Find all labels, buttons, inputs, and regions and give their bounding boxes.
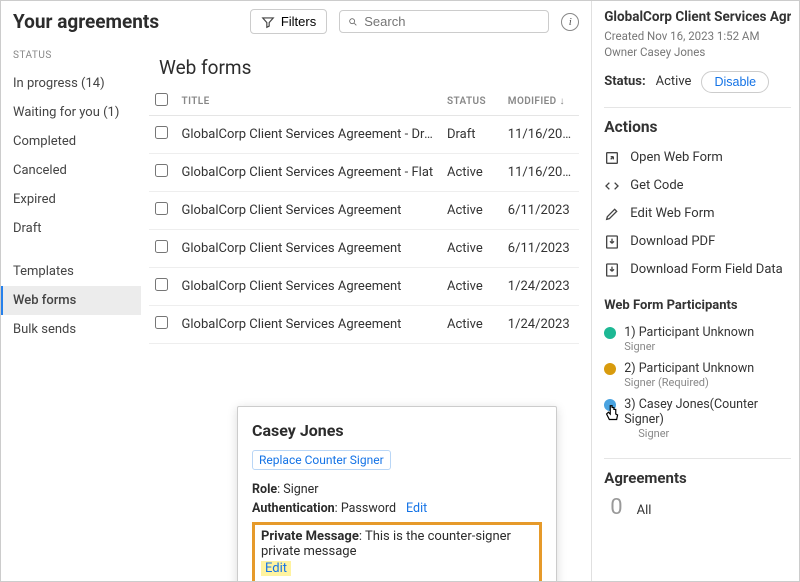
role-label: Role	[252, 482, 277, 497]
row-checkbox[interactable]	[155, 240, 168, 253]
filter-icon	[261, 15, 275, 29]
action-label: Edit Web Form	[630, 206, 714, 221]
row-checkbox[interactable]	[155, 278, 168, 291]
info-icon[interactable]: i	[561, 13, 579, 31]
auth-edit-link[interactable]: Edit	[406, 501, 427, 516]
details-title: GlobalCorp Client Services Agreement	[604, 9, 791, 27]
table-row[interactable]: GlobalCorp Client Services Agreement - D…	[149, 116, 579, 154]
details-created: Created Nov 16, 2023 1:52 AM	[604, 29, 791, 43]
col-modified[interactable]: MODIFIED ↓	[502, 87, 579, 116]
replace-counter-signer-link[interactable]: Replace Counter Signer	[252, 450, 391, 470]
participant-role: Signer (Required)	[624, 376, 754, 389]
details-owner: Owner Casey Jones	[604, 45, 791, 59]
status-heading: STATUS	[1, 50, 141, 69]
row-checkbox[interactable]	[155, 202, 168, 215]
participant-dot-icon	[604, 399, 616, 411]
participant-row[interactable]: 2) Participant UnknownSigner (Required)	[604, 357, 791, 393]
popover-name: Casey Jones	[252, 421, 542, 440]
agreements-heading: Agreements	[604, 469, 791, 487]
section-title: Web forms	[149, 38, 579, 87]
action-label: Get Code	[630, 178, 683, 193]
table-row[interactable]: GlobalCorp Client Services AgreementActi…	[149, 268, 579, 306]
col-title[interactable]: TITLE	[176, 87, 441, 116]
action-download-field-data[interactable]: Download Form Field Data	[604, 256, 791, 284]
role-value: Signer	[283, 482, 318, 497]
search-input[interactable]	[364, 14, 540, 29]
action-label: Open Web Form	[630, 150, 723, 165]
table-row[interactable]: GlobalCorp Client Services AgreementActi…	[149, 230, 579, 268]
sort-desc-icon: ↓	[559, 96, 564, 107]
action-label: Download PDF	[630, 234, 715, 249]
agreements-all[interactable]: All	[637, 503, 652, 518]
sidebar-item-bulk-sends[interactable]: Bulk sends	[1, 315, 141, 344]
participant-name: 3) Casey Jones(Counter Signer)	[624, 397, 791, 427]
sidebar-item-web-forms[interactable]: Web forms	[1, 286, 141, 315]
sidebar-item-expired[interactable]: Expired	[1, 185, 141, 214]
status-label: Status:	[604, 74, 645, 89]
download-icon	[604, 234, 620, 250]
participant-name: 1) Participant Unknown	[624, 325, 754, 340]
col-status[interactable]: STATUS	[441, 87, 502, 116]
actions-heading: Actions	[604, 118, 791, 136]
search-icon	[348, 15, 358, 29]
table-row[interactable]: GlobalCorp Client Services AgreementActi…	[149, 192, 579, 230]
sidebar-item-waiting[interactable]: Waiting for you (1)	[1, 98, 141, 127]
action-edit-web-form[interactable]: Edit Web Form	[604, 200, 791, 228]
row-checkbox[interactable]	[155, 164, 168, 177]
row-checkbox[interactable]	[155, 316, 168, 329]
row-checkbox[interactable]	[155, 126, 168, 139]
participant-role: Signer	[624, 427, 791, 440]
sidebar-item-canceled[interactable]: Canceled	[1, 156, 141, 185]
filters-button[interactable]: Filters	[250, 9, 327, 34]
sidebar-item-completed[interactable]: Completed	[1, 127, 141, 156]
agreements-table: TITLE STATUS MODIFIED ↓ GlobalCorp Clien…	[149, 87, 579, 344]
participant-row[interactable]: 3) Casey Jones(Counter Signer)Signer	[604, 393, 791, 444]
search-field[interactable]	[339, 10, 549, 33]
participant-dot-icon	[604, 363, 616, 375]
edit-icon	[604, 206, 620, 222]
status-value: Active	[656, 74, 692, 89]
action-download-pdf[interactable]: Download PDF	[604, 228, 791, 256]
agreements-count: 0	[604, 495, 622, 520]
download-icon	[604, 262, 620, 278]
participant-name: 2) Participant Unknown	[624, 361, 754, 376]
participant-row[interactable]: 1) Participant UnknownSigner	[604, 321, 791, 357]
table-row[interactable]: GlobalCorp Client Services AgreementActi…	[149, 306, 579, 344]
sidebar-item-templates[interactable]: Templates	[1, 257, 141, 286]
sidebar-item-draft[interactable]: Draft	[1, 214, 141, 243]
action-open-web-form[interactable]: Open Web Form	[604, 144, 791, 172]
table-row[interactable]: GlobalCorp Client Services Agreement - F…	[149, 154, 579, 192]
participant-popover: Casey Jones Replace Counter Signer Role:…	[237, 406, 557, 581]
filters-label: Filters	[281, 14, 316, 29]
pm-edit-link[interactable]: Edit	[261, 561, 291, 576]
auth-value: Password	[341, 501, 396, 516]
participants-heading: Web Form Participants	[604, 298, 791, 313]
page-title: Your agreements	[13, 10, 159, 33]
pm-label: Private Message	[261, 529, 359, 544]
action-get-code[interactable]: Get Code	[604, 172, 791, 200]
open-icon	[604, 150, 620, 166]
action-label: Download Form Field Data	[630, 262, 782, 277]
participant-dot-icon	[604, 327, 616, 339]
private-message-box: Private Message: This is the counter-sig…	[252, 522, 542, 581]
disable-button[interactable]: Disable	[701, 71, 769, 93]
sidebar-item-in-progress[interactable]: In progress (14)	[1, 69, 141, 98]
auth-label: Authentication	[252, 501, 335, 516]
participant-role: Signer	[624, 340, 754, 353]
code-icon	[604, 178, 620, 194]
select-all-checkbox[interactable]	[155, 93, 168, 106]
